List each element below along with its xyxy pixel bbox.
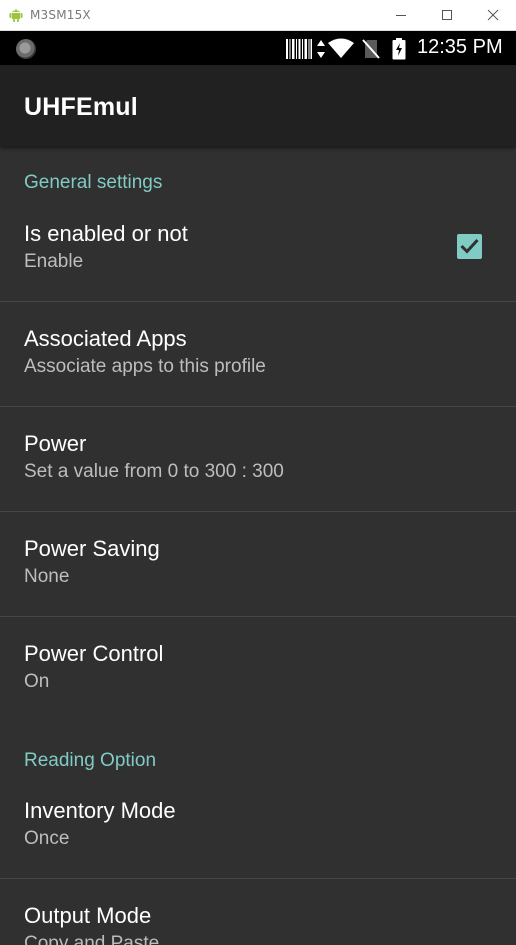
wifi-icon: [328, 38, 354, 58]
pref-title: Power Control: [24, 641, 164, 666]
app-bar: UHFEmul: [0, 65, 516, 146]
close-icon: [487, 9, 499, 21]
enable-checkbox[interactable]: [457, 234, 482, 259]
data-transfer-icon: [317, 40, 325, 58]
window-title: M3SM15X: [30, 8, 91, 22]
no-sim-icon: [362, 39, 380, 59]
pref-associated-apps[interactable]: Associated Apps Associate apps to this p…: [0, 302, 516, 407]
app-notification-icon: [16, 39, 36, 59]
pref-summary: Once: [24, 828, 70, 849]
pref-title: Associated Apps: [24, 326, 187, 351]
window-titlebar: M3SM15X: [0, 0, 516, 31]
pref-summary: On: [24, 671, 50, 692]
pref-output-mode[interactable]: Output Mode Copy and Paste: [0, 879, 516, 945]
pref-title: Output Mode: [24, 903, 152, 928]
pref-summary: Copy and Paste: [24, 933, 160, 945]
pref-is-enabled[interactable]: Is enabled or not Enable: [0, 197, 516, 302]
pref-summary: None: [24, 566, 70, 587]
minimize-icon: [396, 15, 406, 16]
section-header-general: General settings: [24, 172, 163, 193]
app-title: UHFEmul: [24, 93, 138, 121]
checkmark-icon: [460, 238, 479, 254]
battery-charging-icon: [392, 38, 406, 60]
close-button[interactable]: [470, 0, 516, 31]
pref-title: Inventory Mode: [24, 798, 176, 823]
maximize-button[interactable]: [424, 0, 470, 31]
pref-title: Is enabled or not: [24, 221, 188, 246]
barcode-icon: [286, 39, 312, 59]
pref-power-control[interactable]: Power Control On: [0, 617, 516, 722]
pref-power[interactable]: Power Set a value from 0 to 300 : 300: [0, 407, 516, 512]
maximize-icon: [442, 10, 452, 20]
pref-title: Power: [24, 431, 87, 456]
section-header-reading: Reading Option: [24, 750, 157, 771]
minimize-button[interactable]: [378, 0, 424, 31]
pref-power-saving[interactable]: Power Saving None: [0, 512, 516, 617]
status-bar: 12:35 PM: [0, 31, 516, 65]
status-time: 12:35 PM: [417, 36, 503, 58]
android-icon: [9, 9, 23, 22]
pref-summary: Enable: [24, 251, 84, 272]
pref-inventory-mode[interactable]: Inventory Mode Once: [0, 774, 516, 879]
pref-summary: Set a value from 0 to 300 : 300: [24, 461, 284, 482]
pref-title: Power Saving: [24, 536, 160, 561]
pref-summary: Associate apps to this profile: [24, 356, 266, 377]
preferences-list[interactable]: General settings Is enabled or not Enabl…: [0, 146, 516, 945]
